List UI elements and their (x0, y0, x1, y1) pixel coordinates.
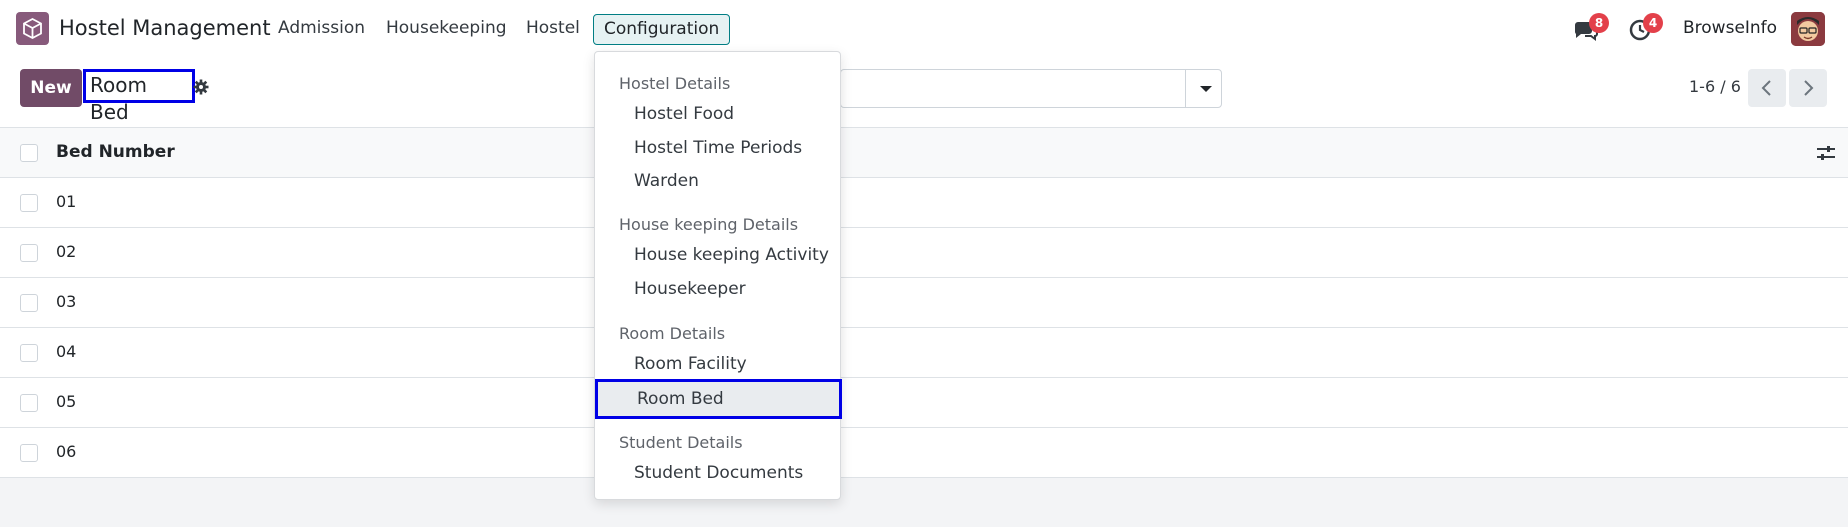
menu-item-room-facility[interactable]: Room Facility (634, 354, 747, 374)
section-header-housekeeping-details: House keeping Details (619, 215, 799, 234)
optional-columns-icon[interactable] (1816, 144, 1836, 162)
section-header-room-details: Room Details (619, 324, 726, 343)
search-options-toggle[interactable] (1185, 69, 1222, 108)
bed-number-cell: 01 (56, 192, 77, 211)
row-checkbox[interactable] (20, 194, 38, 212)
row-checkbox[interactable] (20, 444, 38, 462)
menu-item-student-documents[interactable]: Student Documents (634, 463, 803, 483)
activities-badge: 4 (1643, 13, 1663, 33)
menu-item-warden[interactable]: Warden (634, 171, 699, 191)
table-row[interactable]: 06 (0, 428, 1848, 478)
menu-housekeeping[interactable]: Housekeeping (386, 18, 507, 38)
row-checkbox[interactable] (20, 294, 38, 312)
messages-badge: 8 (1589, 13, 1609, 33)
row-checkbox[interactable] (20, 244, 38, 262)
menu-configuration[interactable]: Configuration (593, 14, 731, 45)
table-row[interactable]: 02 (0, 228, 1848, 278)
gear-icon[interactable] (193, 79, 209, 95)
pager-next-button[interactable] (1789, 69, 1827, 107)
menu-hostel[interactable]: Hostel (526, 18, 580, 38)
search-input[interactable] (840, 69, 1222, 108)
bed-number-cell: 04 (56, 342, 77, 361)
menu-item-housekeeping-activity[interactable]: House keeping Activity (634, 245, 829, 265)
bed-number-cell: 03 (56, 292, 77, 311)
table-row[interactable]: 05 (0, 378, 1848, 428)
menu-item-hostel-food[interactable]: Hostel Food (634, 104, 734, 124)
page-title: Room Bed (83, 69, 195, 124)
app-cube-icon[interactable] (16, 12, 49, 45)
new-button[interactable]: New (20, 69, 82, 107)
table-row[interactable]: 03 (0, 278, 1848, 328)
bed-number-cell: 02 (56, 242, 77, 261)
menu-item-room-bed[interactable]: Room Bed (595, 379, 842, 419)
menu-item-hostel-time-periods[interactable]: Hostel Time Periods (634, 138, 802, 158)
top-navbar: Hostel Management Admission Housekeeping… (0, 0, 1848, 57)
pager-previous-button[interactable] (1748, 69, 1786, 107)
user-name[interactable]: BrowseInfo (1683, 18, 1777, 38)
bed-number-cell: 06 (56, 442, 77, 461)
row-checkbox[interactable] (20, 394, 38, 412)
menu-admission[interactable]: Admission (278, 18, 365, 38)
list-header: Bed Number (0, 128, 1848, 178)
control-panel: New Room Bed 1-6 / 6 (0, 57, 1848, 128)
table-row[interactable]: 04 (0, 328, 1848, 378)
pager-value[interactable]: 1-6 / 6 (1689, 77, 1741, 96)
configuration-dropdown: Hostel Details Hostel Food Hostel Time P… (594, 51, 842, 500)
column-header-bed-number[interactable]: Bed Number (56, 142, 175, 162)
bed-number-cell: 05 (56, 392, 77, 411)
list-view: Bed Number 01 02 03 04 05 06 (0, 128, 1848, 478)
app-brand[interactable]: Hostel Management (59, 16, 271, 40)
row-checkbox[interactable] (20, 344, 38, 362)
table-row[interactable]: 01 (0, 178, 1848, 228)
section-header-student-details: Student Details (619, 433, 743, 452)
menu-item-housekeeper[interactable]: Housekeeper (634, 279, 746, 299)
avatar[interactable] (1791, 12, 1825, 46)
section-header-hostel-details: Hostel Details (619, 74, 731, 93)
select-all-checkbox[interactable] (20, 144, 38, 162)
